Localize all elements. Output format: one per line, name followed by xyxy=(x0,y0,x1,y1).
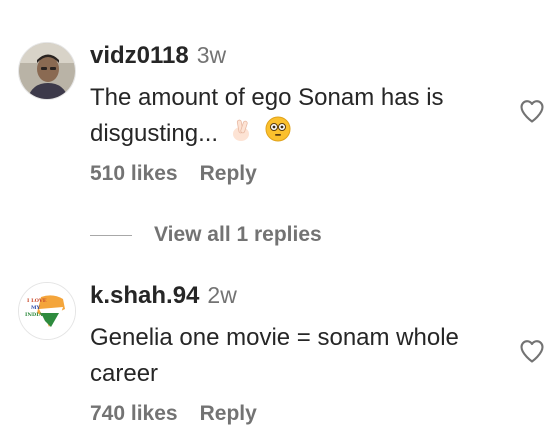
timestamp[interactable]: 2w xyxy=(207,282,236,309)
avatar[interactable]: I LOVE MY INDIA xyxy=(18,282,76,340)
comment-meta: 510 likes Reply xyxy=(90,162,257,186)
avatar[interactable] xyxy=(18,42,76,100)
view-replies[interactable]: View all 1 replies xyxy=(90,223,322,247)
crossed-fingers-emoji-icon xyxy=(229,116,255,153)
comment-header: k.shah.94 2w xyxy=(90,280,500,320)
username[interactable]: vidz0118 xyxy=(90,42,189,70)
comment-body: k.shah.94 2w Genelia one movie = sonam w… xyxy=(90,280,500,425)
avatar-india-map: I LOVE MY INDIA xyxy=(19,283,75,339)
like-heart-icon[interactable] xyxy=(518,97,546,125)
comment-body: vidz0118 3w The amount of ego Sonam has … xyxy=(90,40,500,185)
avatar-text-3: INDIA xyxy=(25,312,43,318)
comment-meta: 740 likes Reply xyxy=(90,402,257,426)
reply-button[interactable]: Reply xyxy=(200,402,257,426)
avatar-text-2: MY xyxy=(31,305,41,311)
reply-button[interactable]: Reply xyxy=(200,162,257,186)
divider-line xyxy=(90,234,132,236)
comment-text: The amount of ego Sonam has is disgustin… xyxy=(90,80,500,153)
username[interactable]: k.shah.94 xyxy=(90,282,199,310)
avatar-photo xyxy=(19,43,75,99)
likes-count[interactable]: 510 likes xyxy=(90,162,178,186)
comment-text: Genelia one movie = sonam whole career xyxy=(90,324,459,387)
flushed-face-emoji-icon xyxy=(265,116,291,153)
view-replies-label[interactable]: View all 1 replies xyxy=(154,223,322,247)
comment-header: vidz0118 3w xyxy=(90,40,500,80)
avatar-text-1: I LOVE xyxy=(27,298,47,304)
like-heart-icon[interactable] xyxy=(518,337,546,365)
likes-count[interactable]: 740 likes xyxy=(90,402,178,426)
timestamp[interactable]: 3w xyxy=(197,42,226,69)
